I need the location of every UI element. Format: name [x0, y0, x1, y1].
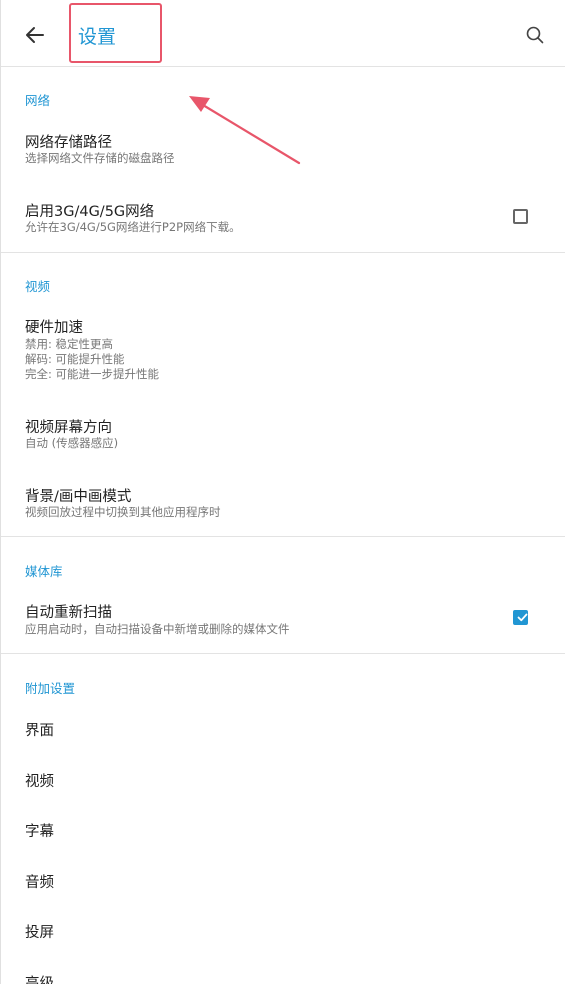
settings-item-audio[interactable]: 音频: [25, 871, 54, 892]
section-header-network: 网络: [25, 93, 51, 108]
settings-item-interface[interactable]: 界面: [25, 719, 54, 740]
setting-title: 网络存储路径: [25, 135, 112, 151]
divider: [1, 653, 565, 654]
divider: [1, 252, 565, 253]
arrow-left-icon: [26, 27, 44, 43]
checkmark-icon: [517, 613, 528, 622]
back-button[interactable]: [21, 21, 49, 49]
annotation-arrow: [189, 96, 301, 165]
search-button[interactable]: [524, 24, 546, 46]
mobile-network-checkbox[interactable]: [513, 209, 528, 224]
setting-subtitle: 应用启动时，自动扫描设备中新增或删除的媒体文件: [25, 622, 290, 636]
setting-subtitle: 自动 (传感器感应): [25, 436, 119, 450]
section-header-media-library: 媒体库: [25, 564, 63, 579]
settings-item-subtitles[interactable]: 字幕: [25, 820, 54, 841]
setting-subtitle-line: 完全: 可能进一步提升性能: [25, 367, 160, 381]
setting-subtitle: 允许在3G/4G/5G网络进行P2P网络下载。: [25, 220, 241, 234]
setting-subtitle: 视频回放过程中切换到其他应用程序时: [25, 505, 221, 519]
setting-title: 硬件加速: [25, 320, 83, 336]
setting-title: 背景/画中画模式: [25, 489, 132, 505]
divider: [1, 536, 565, 537]
setting-title: 视频屏幕方向: [25, 420, 112, 436]
search-icon: [526, 26, 544, 44]
setting-subtitle: 选择网络文件存储的磁盘路径: [25, 151, 175, 165]
setting-subtitle-line: 禁用: 稳定性更高: [25, 337, 114, 351]
annotation-highlight-box: [69, 3, 162, 63]
setting-subtitle-line: 解码: 可能提升性能: [25, 352, 125, 366]
auto-rescan-checkbox[interactable]: [513, 610, 528, 625]
app-bar: 设置: [1, 0, 565, 67]
settings-page: 设置 网络 网络存储路径 选择网络文件存储的磁盘路径 启用3G/4G/5G网络 …: [0, 0, 565, 984]
settings-item-video[interactable]: 视频: [25, 770, 54, 791]
section-header-video: 视频: [25, 279, 51, 294]
settings-item-casting[interactable]: 投屏: [25, 921, 54, 942]
setting-title: 启用3G/4G/5G网络: [25, 204, 155, 220]
setting-title: 自动重新扫描: [25, 605, 112, 621]
settings-item-advanced[interactable]: 高级: [25, 972, 54, 984]
section-header-extra-settings: 附加设置: [25, 681, 76, 696]
